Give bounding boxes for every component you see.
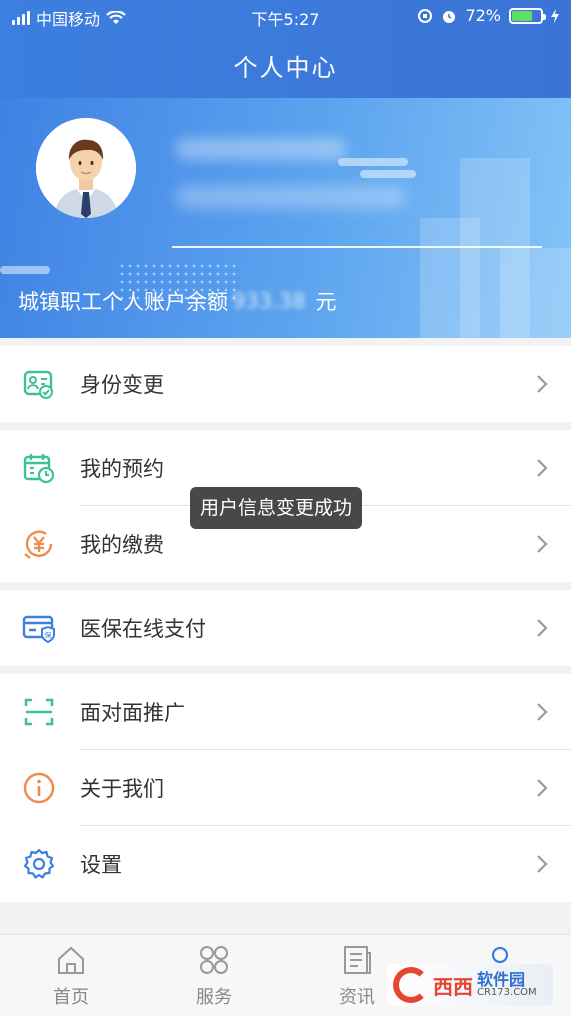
- menu-label: 设置: [80, 853, 122, 877]
- user-name-blurred: [176, 138, 346, 160]
- home-icon: [58, 946, 84, 974]
- status-bar: 中国移动 下午5:27 72%: [0, 0, 571, 34]
- account-balance: 城镇职工个人账户余额 933.38 元: [18, 286, 336, 316]
- calendar-clock-icon: [23, 454, 55, 484]
- battery-icon: [509, 7, 546, 24]
- charging-icon: [551, 8, 559, 23]
- menu-item-settings[interactable]: 设置: [0, 826, 571, 902]
- watermark-brand: 西西: [433, 974, 473, 999]
- watermark-url: CR173.COM: [477, 987, 537, 998]
- toast-message: 用户信息变更成功: [190, 487, 363, 529]
- menu-label: 身份变更: [80, 373, 164, 397]
- menu-group-other: 面对面推广 关于我们 设置: [0, 674, 571, 902]
- chevron-right-icon: [537, 703, 548, 721]
- watermark-c-icon: [393, 967, 429, 1003]
- chevron-right-icon: [537, 459, 548, 477]
- insurance-card-icon: 保: [22, 615, 55, 644]
- menu-label: 医保在线支付: [80, 617, 206, 641]
- tab-services[interactable]: 服务: [174, 943, 254, 1009]
- top-bar: 中国移动 下午5:27 72% 个人中心: [0, 0, 571, 98]
- tab-label: 资讯: [339, 987, 375, 1008]
- menu-label: 我的预约: [80, 457, 164, 481]
- chevron-right-icon: [537, 535, 548, 553]
- info-icon: [23, 772, 55, 804]
- chevron-right-icon: [537, 855, 548, 873]
- menu-label: 关于我们: [80, 777, 164, 801]
- rotation-lock-icon: [418, 8, 433, 23]
- chevron-right-icon: [537, 375, 548, 393]
- yuan-payment-icon: [24, 530, 53, 559]
- tab-label: 服务: [196, 987, 232, 1008]
- battery-percent: 72%: [465, 6, 501, 25]
- menu-item-promotion[interactable]: 面对面推广: [0, 674, 571, 750]
- balance-unit: 元: [315, 290, 337, 314]
- menu-item-about[interactable]: 关于我们: [0, 750, 571, 826]
- tab-label: 首页: [53, 987, 89, 1008]
- news-icon: [344, 946, 371, 974]
- balance-label: 城镇职工个人账户余额: [18, 290, 228, 314]
- tab-home[interactable]: 首页: [31, 943, 111, 1009]
- balance-value: 933.38: [232, 289, 306, 313]
- menu-item-online-payment[interactable]: 保 医保在线支付: [0, 590, 571, 666]
- id-card-icon: [23, 370, 53, 399]
- menu-group-payment: 保 医保在线支付: [0, 590, 571, 666]
- chevron-right-icon: [537, 779, 548, 797]
- menu-label: 面对面推广: [80, 701, 185, 725]
- user-avatar-icon: [36, 118, 136, 218]
- user-id-blurred: [176, 186, 406, 208]
- svg-text:保: 保: [45, 631, 52, 640]
- tab-news[interactable]: 资讯: [317, 943, 397, 1009]
- gear-icon: [23, 848, 55, 879]
- scan-icon: [24, 698, 54, 726]
- page-title: 个人中心: [233, 54, 338, 82]
- watermark-name: 软件园: [477, 970, 526, 989]
- alarm-icon: [443, 10, 456, 23]
- menu-group-identity: 身份变更: [0, 346, 571, 422]
- profile-banner: 城镇职工个人账户余额 933.38 元: [0, 98, 571, 338]
- services-grid-icon: [200, 946, 228, 974]
- menu-label: 我的缴费: [80, 533, 164, 557]
- chevron-right-icon: [537, 619, 548, 637]
- banner-divider: [172, 246, 542, 248]
- menu-item-identity-change[interactable]: 身份变更: [0, 346, 571, 422]
- watermark-logo: 西西 软件园 CR173.COM: [387, 964, 553, 1006]
- avatar[interactable]: [36, 118, 136, 218]
